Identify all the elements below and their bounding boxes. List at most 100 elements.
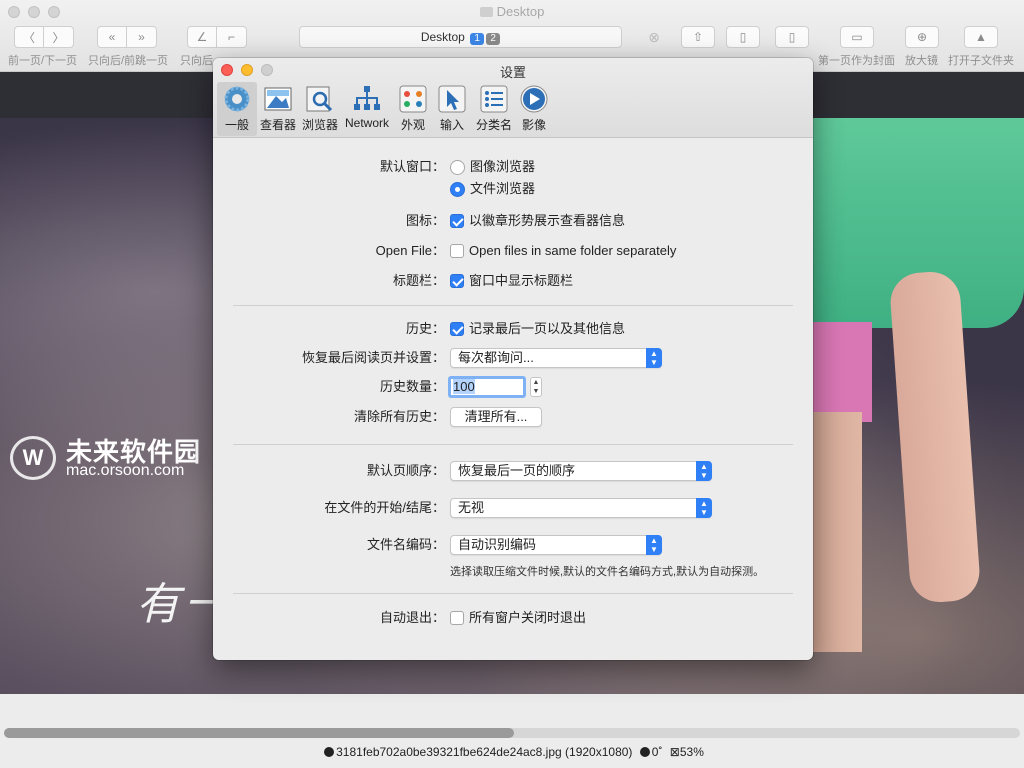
restore-select-value: 每次都询问... [458,350,534,365]
history-count-input[interactable]: 100 [448,376,526,398]
cover-label: 第一页作为封面 [818,55,895,67]
page-current-badge: 1 [470,33,485,45]
magnifier-group: ⊕ [905,26,939,48]
jump-group: « » [97,26,157,48]
zoom-icon: ⊠ [669,745,680,759]
cover-page-icon: ▭ [851,30,863,44]
icon-option-label: 以徽章形势展示查看器信息 [469,213,626,228]
icon-checkbox[interactable]: 以徽章形势展示查看器信息 [450,211,625,231]
magnifier-button[interactable]: ⊕ [905,26,939,48]
prev-next-label: 前一页/下一页 [8,55,78,67]
tab-appearance-label: 外观 [400,118,425,132]
checkbox-unchecked[interactable] [450,611,464,625]
single-page-icon: ▯ [788,30,796,44]
next-page-button[interactable]: 〉 [44,26,74,48]
scrollbar-thumb[interactable] [4,728,514,738]
clear-history-button[interactable]: 清理所有... [450,407,542,427]
chevron-left-icon: 〈 [22,30,35,45]
watermark-en: mac.orsoon.com [66,462,185,479]
tab-appearance[interactable]: 外观 [395,82,431,136]
auto-quit-option-label: 所有窗户关闭时退出 [469,610,587,625]
history-count-value: 100 [453,379,475,394]
open-file-option-label: Open files in same folder separately [469,243,677,258]
icon-label: 图标： [405,213,445,228]
jump-forward-button[interactable]: » [127,26,157,48]
cover-group: ▭ [840,26,874,48]
restore-select[interactable]: 每次都询问... ▲ ▼ [450,348,662,368]
titlebar-row: 标题栏： 窗口中显示标题栏 [213,271,813,291]
tab-video[interactable]: 影像 [517,82,551,136]
status-zoom: 53% [679,745,704,759]
page-total-badge: 2 [486,33,501,45]
tab-general[interactable]: 一般 [217,82,257,136]
window-title: Desktop [0,4,1024,19]
page-order-button[interactable]: ▯ [726,26,760,48]
checkbox-checked[interactable] [450,214,464,228]
checkbox-unchecked[interactable] [450,244,464,258]
open-file-row: Open File： Open files in same folder sep… [213,241,813,261]
stop-group: ⊗ [637,26,671,48]
select-arrows-icon: ▲ ▼ [696,461,712,481]
select-arrows-icon: ▲ ▼ [696,498,712,518]
radio-button-selected[interactable] [450,181,465,197]
auto-quit-checkbox[interactable]: 所有窗户关闭时退出 [450,608,586,628]
history-checkbox[interactable]: 记录最后一页以及其他信息 [450,319,625,339]
radio-image-browser[interactable]: 图像浏览器 [450,157,535,177]
rotation-icon [639,747,650,757]
open-file-label: Open File： [375,243,445,258]
address-field[interactable]: Desktop 12 [299,26,622,48]
encoding-select[interactable]: 自动识别编码 ▲ ▼ [450,535,662,555]
icon-row: 图标： 以徽章形势展示查看器信息 [213,211,813,231]
open-folder-button[interactable]: ▲ [964,26,998,48]
double-chevron-right-icon: » [138,30,145,44]
magnifier-label: 放大镜 [905,55,938,67]
share-icon: ⇧ [692,30,704,44]
checkbox-checked[interactable] [450,274,464,288]
tab-browser[interactable]: 浏览器 [301,82,339,136]
history-count-stepper[interactable]: ▲ ▼ [530,377,542,397]
select-arrows-icon: ▲ ▼ [646,535,662,555]
double-chevron-left-icon: « [108,30,116,44]
encoding-row: 文件名编码： 自动识别编码 ▲ ▼ [213,535,813,555]
page-order-select[interactable]: 恢复最后一页的顺序 ▲ ▼ [450,461,712,481]
jump-label: 只向后/前跳一页 [88,55,169,67]
single-jump-group: ∠ ⌐ [187,26,247,48]
share-group: ⇧ [681,26,715,48]
radio-file-browser[interactable]: 文件浏览器 [450,179,535,199]
history-count-label: 历史数量： [379,379,445,394]
previous-page-button[interactable]: 〈 [14,26,44,48]
titlebar-checkbox[interactable]: 窗口中显示标题栏 [450,271,573,291]
open-folder-label: 打开子文件夹 [948,55,1014,67]
tab-categories[interactable]: 分类名 [473,82,515,136]
divider [233,305,793,306]
open-file-checkbox[interactable]: Open files in same folder separately [450,241,676,261]
history-label: 历史： [405,321,445,336]
share-button[interactable]: ⇧ [681,26,715,48]
photo-figure-shorts [812,322,872,422]
appearance-icon [399,85,427,113]
folder-icon [479,7,493,17]
cover-button[interactable]: ▭ [840,26,874,48]
single-page-button[interactable]: ▯ [775,26,809,48]
magnifier-icon: ⊕ [916,30,928,44]
watermark-logo-icon: W [10,436,56,480]
single-forward-button[interactable]: ⌐ [217,26,247,48]
stop-button[interactable]: ⊗ [637,26,671,48]
chevron-right-icon: 〉 [52,30,65,45]
radio-button[interactable] [450,159,465,175]
tab-input[interactable]: 输入 [435,82,469,136]
restore-label: 恢复最后阅读页并设置： [301,350,445,365]
play-icon [520,85,548,113]
clear-history-row: 清除所有历史： 清理所有... [213,407,813,427]
file-edge-select[interactable]: 无视 ▲ ▼ [450,498,712,518]
page-order-icon: ▯ [739,30,747,44]
history-option-label: 记录最后一页以及其他信息 [469,321,626,336]
single-back-button[interactable]: ∠ [187,26,217,48]
step-back-icon: ∠ [196,30,208,44]
restore-row: 恢复最后阅读页并设置： 每次都询问... ▲ ▼ [213,348,813,368]
checkbox-checked[interactable] [450,322,464,336]
jump-back-button[interactable]: « [97,26,127,48]
window-title-text: Desktop [496,4,545,19]
tab-viewer[interactable]: 查看器 [259,82,297,136]
tab-network[interactable]: Network [343,82,391,136]
